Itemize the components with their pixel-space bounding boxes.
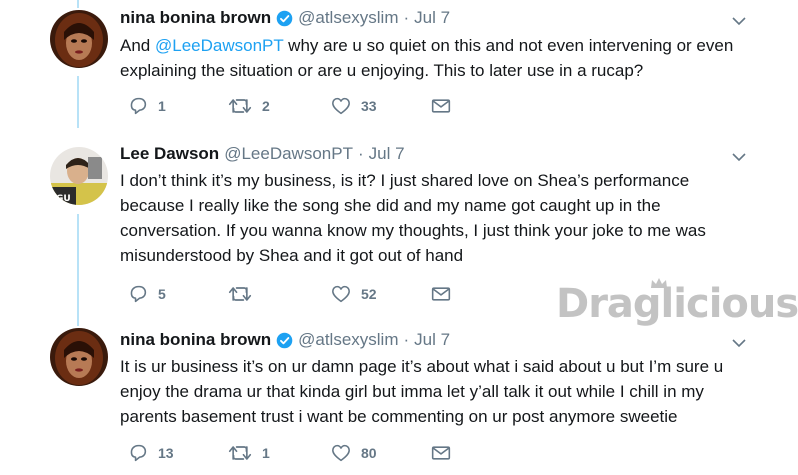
- reply-button[interactable]: 1: [128, 97, 228, 115]
- avatar[interactable]: [50, 10, 108, 68]
- retweet-icon: [228, 99, 252, 113]
- handle[interactable]: @LeeDawsonPT: [224, 144, 353, 164]
- message-button[interactable]: [431, 98, 451, 114]
- message-icon: [431, 99, 451, 113]
- like-icon: [332, 444, 350, 462]
- reply-button[interactable]: 5: [128, 285, 228, 303]
- tweet-text-part: And: [120, 36, 155, 55]
- chevron-down-icon[interactable]: [732, 16, 746, 26]
- tweet-actions: 5 52: [128, 285, 451, 303]
- verified-badge-icon: [276, 10, 293, 27]
- retweet-icon: [228, 446, 252, 460]
- handle[interactable]: @atlsexyslim: [298, 8, 398, 28]
- like-icon: [332, 97, 350, 115]
- tweet[interactable]: nina bonina brown @atlsexyslim · Jul 7 I…: [0, 316, 798, 475]
- avatar[interactable]: GU: [50, 147, 108, 205]
- message-icon: [431, 287, 451, 301]
- display-name[interactable]: nina bonina brown: [120, 8, 271, 28]
- like-count: 80: [361, 445, 377, 461]
- verified-badge-icon: [276, 332, 293, 349]
- retweet-count: 2: [262, 98, 270, 114]
- reply-icon: [130, 285, 147, 303]
- separator-dot: ·: [403, 8, 410, 27]
- like-count: 52: [361, 286, 377, 302]
- tweet[interactable]: nina bonina brown @atlsexyslim · Jul 7 A…: [0, 0, 798, 130]
- tweet-text: And @LeeDawsonPT why are u so quiet on t…: [120, 33, 760, 83]
- tweet-header: nina bonina brown @atlsexyslim · Jul 7: [120, 8, 450, 28]
- chevron-down-icon[interactable]: [732, 152, 746, 162]
- like-button[interactable]: 80: [331, 444, 431, 462]
- tweet-header: Lee Dawson @LeeDawsonPT · Jul 7: [120, 144, 405, 164]
- avatar[interactable]: [50, 328, 108, 386]
- timestamp[interactable]: Jul 7: [414, 330, 450, 350]
- like-count: 33: [361, 98, 377, 114]
- reply-count: 1: [158, 98, 166, 114]
- tweet-text: It is ur business it’s on ur damn page i…: [120, 357, 724, 426]
- reply-count: 5: [158, 286, 166, 302]
- retweet-button[interactable]: 2: [228, 97, 331, 115]
- message-button[interactable]: [431, 286, 451, 302]
- retweet-button[interactable]: [228, 285, 331, 303]
- crown-icon: [651, 278, 667, 288]
- tweet-header: nina bonina brown @atlsexyslim · Jul 7: [120, 330, 450, 350]
- timestamp[interactable]: Jul 7: [369, 144, 405, 164]
- like-button[interactable]: 52: [331, 285, 431, 303]
- tweet-text: I don’t think it’s my business, is it? I…: [120, 171, 706, 265]
- reply-count: 13: [158, 445, 174, 461]
- tweet-actions: 13 1 80: [128, 444, 451, 462]
- mention-link[interactable]: @LeeDawsonPT: [155, 36, 283, 55]
- message-button[interactable]: [431, 445, 451, 461]
- chevron-down-icon[interactable]: [732, 338, 746, 348]
- timestamp[interactable]: Jul 7: [414, 8, 450, 28]
- reply-button[interactable]: 13: [128, 444, 228, 462]
- separator-dot: ·: [357, 144, 364, 163]
- like-button[interactable]: 33: [331, 97, 431, 115]
- tweet-actions: 1 2 33: [128, 97, 451, 115]
- reply-icon: [130, 97, 147, 115]
- message-icon: [431, 446, 451, 460]
- retweet-count: 1: [262, 445, 270, 461]
- retweet-button[interactable]: 1: [228, 444, 331, 462]
- like-icon: [332, 285, 350, 303]
- reply-icon: [130, 444, 147, 462]
- handle[interactable]: @atlsexyslim: [298, 330, 398, 350]
- retweet-icon: [228, 287, 252, 301]
- display-name[interactable]: Lee Dawson: [120, 144, 219, 164]
- separator-dot: ·: [403, 330, 410, 349]
- display-name[interactable]: nina bonina brown: [120, 330, 271, 350]
- svg-text:GU: GU: [56, 194, 71, 204]
